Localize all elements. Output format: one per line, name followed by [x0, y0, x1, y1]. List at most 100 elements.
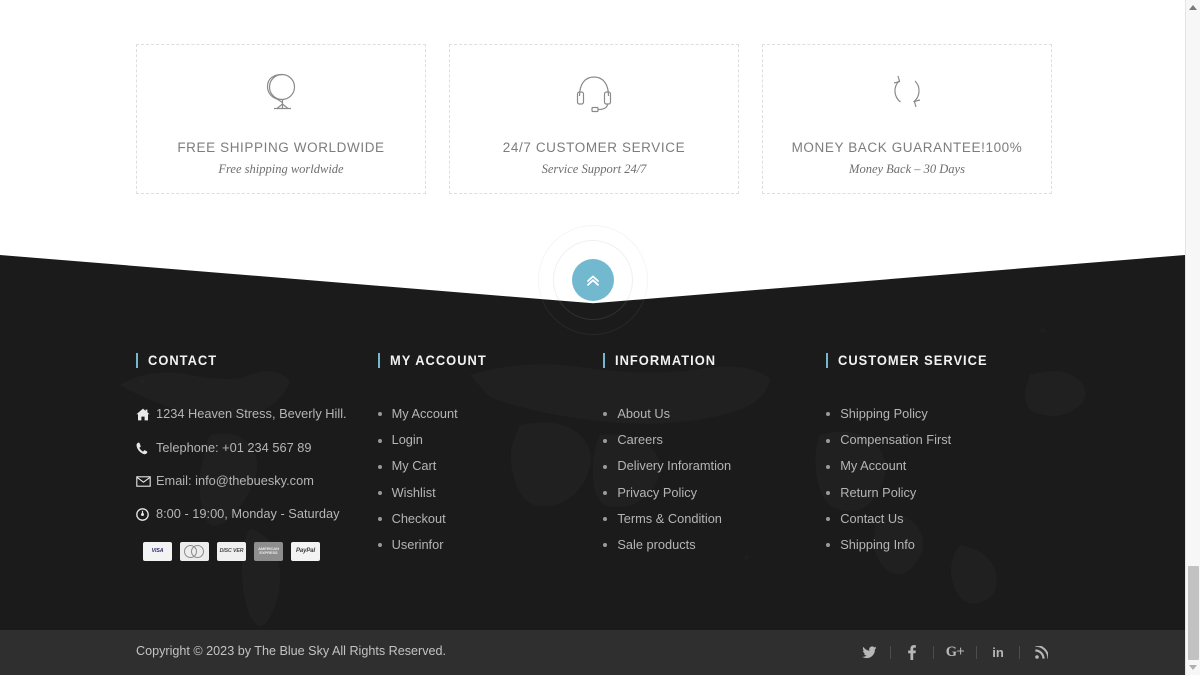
- contact-text: Telephone: +01 234 567 89: [156, 439, 312, 455]
- contact-item-address: 1234 Heaven Stress, Beverly Hill.: [136, 406, 378, 422]
- social-divider: [933, 646, 934, 659]
- copyright-text: Copyright © 2023 by The Blue Sky All Rig…: [136, 644, 447, 658]
- rss-icon[interactable]: [1030, 642, 1052, 664]
- feature-subtitle: Service Support 24/7: [541, 161, 647, 176]
- bullet-icon: [826, 438, 831, 443]
- footer-heading-information: INFORMATION: [603, 352, 826, 368]
- facebook-icon[interactable]: [901, 642, 923, 664]
- refresh-arrows-icon: [887, 69, 927, 115]
- list-item: Privacy Policy: [603, 486, 826, 500]
- linkedin-icon[interactable]: in: [987, 642, 1009, 664]
- vertical-scrollbar[interactable]: [1185, 0, 1200, 675]
- footer-column-customer-service: CUSTOMER SERVICE Shipping Policy Compens…: [826, 352, 1052, 565]
- contact-text: 8:00 - 19:00, Monday - Saturday: [156, 506, 340, 522]
- list-item: Delivery Inforamtion: [603, 460, 826, 473]
- bullet-icon: [377, 438, 382, 443]
- list-item: Contact Us: [826, 512, 1052, 526]
- payment-methods: VISA DISC VER AMERICAN EXPRESS PayPal: [143, 541, 378, 561]
- footer-link[interactable]: My Account: [392, 407, 458, 421]
- footer-column-information: INFORMATION About Us Careers Delivery In…: [603, 352, 826, 565]
- footer-link[interactable]: Shipping Policy: [840, 407, 928, 421]
- bullet-icon: [603, 438, 608, 443]
- page-root: FREE SHIPPING WORLDWIDE Free shipping wo…: [0, 0, 1200, 675]
- heading-accent-bar: [603, 352, 606, 368]
- footer-column-contact: CONTACT 1234 Heaven Stress, Beverly Hill…: [136, 352, 378, 565]
- social-divider: [976, 646, 977, 659]
- google-plus-icon[interactable]: G+: [944, 642, 966, 664]
- feature-box-customer-service: 24/7 CUSTOMER SERVICE Service Support 24…: [449, 44, 739, 194]
- footer-link[interactable]: Contact Us: [840, 512, 903, 526]
- contact-item-hours: 8:00 - 19:00, Monday - Saturday: [136, 506, 378, 522]
- bullet-icon: [603, 543, 608, 548]
- list-item: About Us: [603, 407, 826, 421]
- scroll-to-top-button[interactable]: [572, 259, 614, 301]
- bullet-icon: [377, 543, 382, 548]
- twitter-icon[interactable]: [858, 642, 880, 664]
- footer-link[interactable]: About Us: [617, 407, 670, 421]
- social-divider: [1019, 646, 1020, 659]
- footer-link[interactable]: Careers: [617, 433, 663, 447]
- paypal-card-icon: PayPal: [291, 541, 320, 561]
- discover-card-icon: DISC VER: [217, 541, 246, 561]
- contact-text: 1234 Heaven Stress, Beverly Hill.: [156, 406, 347, 422]
- heading-text: INFORMATION: [615, 352, 717, 368]
- bullet-icon: [377, 412, 382, 417]
- list-item: My Account: [826, 460, 1052, 473]
- footer-link[interactable]: Return Policy: [840, 486, 916, 500]
- bullet-icon: [826, 464, 831, 469]
- footer-link[interactable]: Compensation First: [840, 433, 951, 447]
- footer-link[interactable]: Terms & Condition: [617, 512, 722, 526]
- visa-card-icon: VISA: [143, 541, 172, 561]
- footer-link[interactable]: Checkout: [392, 512, 446, 526]
- home-icon: [136, 408, 156, 421]
- list-item: Sale products: [603, 538, 826, 552]
- contact-info-list: 1234 Heaven Stress, Beverly Hill. Teleph…: [136, 406, 378, 522]
- scrollbar-thumb[interactable]: [1188, 566, 1199, 660]
- footer-link[interactable]: Wishlist: [392, 486, 436, 500]
- list-item: Terms & Condition: [603, 512, 826, 526]
- envelope-icon: [136, 476, 156, 487]
- american-express-card-icon: AMERICAN EXPRESS: [254, 541, 283, 561]
- mastercard-card-icon: [180, 541, 209, 561]
- feature-box-free-shipping: FREE SHIPPING WORLDWIDE Free shipping wo…: [136, 44, 426, 194]
- footer-link-list-my-account: My Account Login My Cart Wishlist Checko…: [377, 407, 604, 552]
- social-divider: [890, 646, 891, 659]
- scrollbar-down-arrow[interactable]: [1186, 660, 1200, 675]
- feature-box-money-back: MONEY BACK GUARANTEE!100% Money Back – 3…: [762, 44, 1052, 194]
- phone-icon: [136, 442, 156, 455]
- footer-link[interactable]: Sale products: [617, 538, 695, 552]
- footer-link[interactable]: Privacy Policy: [617, 486, 697, 500]
- feature-subtitle: Money Back – 30 Days: [849, 161, 965, 176]
- footer-heading-customer-service: CUSTOMER SERVICE: [826, 352, 1052, 368]
- list-item: My Account: [377, 407, 604, 421]
- list-item: Userinfor: [377, 538, 604, 552]
- contact-text: Email: info@thebuesky.com: [156, 473, 314, 488]
- page-viewport: FREE SHIPPING WORLDWIDE Free shipping wo…: [0, 0, 1185, 675]
- footer-link[interactable]: Delivery Inforamtion: [617, 460, 731, 473]
- bullet-icon: [603, 490, 608, 495]
- list-item: Shipping Policy: [826, 407, 1052, 421]
- feature-title: 24/7 CUSTOMER SERVICE: [502, 140, 686, 155]
- footer-link-list-customer-service: Shipping Policy Compensation First My Ac…: [826, 407, 1052, 552]
- scrollbar-up-arrow[interactable]: [1186, 0, 1200, 15]
- footer-link[interactable]: Shipping Info: [840, 538, 915, 552]
- bullet-icon: [377, 464, 382, 469]
- bullet-icon: [826, 490, 831, 495]
- footer-link[interactable]: Login: [392, 433, 423, 447]
- bullet-icon: [603, 517, 608, 522]
- footer-link[interactable]: My Account: [840, 460, 906, 473]
- globe-icon: [261, 69, 301, 115]
- heading-text: CONTACT: [148, 352, 218, 368]
- list-item: My Cart: [377, 460, 604, 473]
- footer-link[interactable]: My Cart: [392, 460, 437, 473]
- footer-bottom-bar: Copyright © 2023 by The Blue Sky All Rig…: [0, 630, 1185, 675]
- heading-accent-bar: [136, 352, 138, 368]
- bullet-icon: [603, 464, 608, 469]
- clock-icon: [136, 508, 156, 522]
- feature-title: MONEY BACK GUARANTEE!100%: [791, 140, 1023, 155]
- footer-link[interactable]: Userinfor: [392, 538, 444, 552]
- bullet-icon: [826, 543, 831, 548]
- list-item: Careers: [603, 433, 826, 447]
- footer-heading-my-account: MY ACCOUNT: [377, 352, 604, 368]
- heading-text: MY ACCOUNT: [389, 352, 487, 368]
